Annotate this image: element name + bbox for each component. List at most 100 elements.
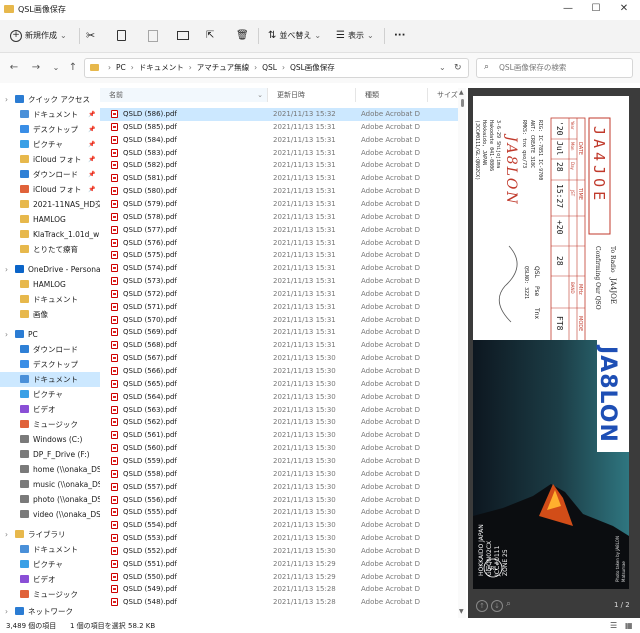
sidebar-item[interactable]: HAMLOG <box>0 212 100 227</box>
copy-icon[interactable] <box>117 26 126 46</box>
file-row[interactable]: QSLD (577).pdf 2021/11/13 15:31 Adobe Acro… <box>100 224 458 237</box>
file-row[interactable]: QSLD (582).pdf 2021/11/13 15:31 Adobe Acro… <box>100 159 458 172</box>
file-row[interactable]: QSLD (558).pdf 2021/11/13 15:30 Adobe Acro… <box>100 468 458 481</box>
file-row[interactable]: QSLD (576).pdf 2021/11/13 15:31 Adobe Acro… <box>100 237 458 250</box>
breadcrumb-separator[interactable]: › <box>282 63 285 72</box>
sidebar-item[interactable]: home (\\onaka_DS <box>0 462 100 477</box>
preview-zoom-icon[interactable]: ⌕ <box>506 599 511 609</box>
sidebar-item[interactable]: ドキュメント <box>0 292 100 307</box>
more-options-button[interactable]: ··· <box>394 26 405 46</box>
sidebar-item[interactable]: KlaTrack_1.01d_win <box>0 227 100 242</box>
qsl-card-preview[interactable]: JA4JOE To Radio JA4JOE Confirming Our QS… <box>467 96 629 589</box>
column-header-name[interactable]: 名前 ⌄ <box>100 88 268 102</box>
sidebar-item[interactable]: › ネットワーク <box>0 604 100 618</box>
pin-icon[interactable]: 📌 <box>88 122 95 137</box>
sidebar-item[interactable]: › ライブラリ <box>0 527 100 542</box>
file-row[interactable]: QSLD (554).pdf 2021/11/13 15:30 Adobe Acro… <box>100 519 458 532</box>
scroll-down-icon[interactable]: ▼ <box>459 608 464 615</box>
file-row[interactable]: QSLD (552).pdf 2021/11/13 15:30 Adobe Acro… <box>100 545 458 558</box>
breadcrumb-item[interactable]: PC <box>116 63 126 72</box>
sidebar-item[interactable]: iCloud フォト 📌 <box>0 182 100 197</box>
file-row[interactable]: QSLD (580).pdf 2021/11/13 15:31 Adobe Acro… <box>100 185 458 198</box>
minimize-button[interactable]: — <box>556 2 580 16</box>
address-dropdown-chevron-icon[interactable]: ⌄ <box>439 59 446 77</box>
sidebar-item[interactable]: video (\\onaka_DS <box>0 507 100 522</box>
view-button[interactable]: ☰ 表示 ⌄ <box>336 26 374 46</box>
pin-icon[interactable]: 📌 <box>88 182 95 197</box>
file-row[interactable]: QSLD (553).pdf 2021/11/13 15:30 Adobe Acro… <box>100 532 458 545</box>
expand-chevron-icon[interactable]: › <box>5 262 8 277</box>
file-row[interactable]: QSLD (567).pdf 2021/11/13 15:30 Adobe Acro… <box>100 352 458 365</box>
file-row[interactable]: QSLD (564).pdf 2021/11/13 15:30 Adobe Acro… <box>100 391 458 404</box>
file-row[interactable]: QSLD (579).pdf 2021/11/13 15:31 Adobe Acro… <box>100 198 458 211</box>
cut-icon[interactable]: ✂ <box>86 26 95 46</box>
sidebar-item[interactable]: photo (\\onaka_DS <box>0 492 100 507</box>
sidebar-item[interactable]: › OneDrive - Personal <box>0 262 100 277</box>
file-row[interactable]: QSLD (571).pdf 2021/11/13 15:31 Adobe Acro… <box>100 301 458 314</box>
sidebar-item[interactable]: ビデオ <box>0 402 100 417</box>
column-header-size[interactable]: サイズ <box>428 88 458 102</box>
breadcrumb-separator[interactable]: › <box>254 63 257 72</box>
sidebar-item[interactable]: music (\\onaka_DS <box>0 477 100 492</box>
file-row[interactable]: QSLD (572).pdf 2021/11/13 15:31 Adobe Acro… <box>100 288 458 301</box>
file-row[interactable]: QSLD (557).pdf 2021/11/13 15:30 Adobe Acro… <box>100 481 458 494</box>
sidebar-item[interactable]: DP_F_Drive (F:) <box>0 447 100 462</box>
expand-chevron-icon[interactable]: › <box>5 604 8 618</box>
sidebar-item[interactable]: 画像 <box>0 307 100 322</box>
sidebar-item[interactable]: ミュージック <box>0 587 100 602</box>
maximize-button[interactable]: ☐ <box>584 2 608 16</box>
file-row[interactable]: QSLD (578).pdf 2021/11/13 15:31 Adobe Acro… <box>100 211 458 224</box>
sidebar-item[interactable]: ドキュメント <box>0 542 100 557</box>
search-placeholder[interactable]: QSL画像保存の検索 <box>499 59 566 77</box>
sidebar-item[interactable]: ピクチャ <box>0 557 100 572</box>
file-row[interactable]: QSLD (562).pdf 2021/11/13 15:30 Adobe Acro… <box>100 416 458 429</box>
sidebar-item[interactable]: Windows (C:) <box>0 432 100 447</box>
breadcrumb-item[interactable]: QSL画像保存 <box>290 63 335 72</box>
sidebar-item[interactable]: ダウンロード <box>0 342 100 357</box>
file-row[interactable]: QSLD (581).pdf 2021/11/13 15:31 Adobe Acro… <box>100 172 458 185</box>
file-row[interactable]: QSLD (563).pdf 2021/11/13 15:30 Adobe Acro… <box>100 404 458 417</box>
breadcrumb-item[interactable]: ドキュメント <box>139 63 184 72</box>
column-header-date[interactable]: 更新日時 <box>268 88 356 102</box>
expand-chevron-icon[interactable]: › <box>5 92 8 107</box>
file-row[interactable]: QSLD (565).pdf 2021/11/13 15:30 Adobe Acro… <box>100 378 458 391</box>
preview-next-page-icon[interactable]: ↓ <box>491 600 503 612</box>
sidebar-item[interactable]: HAMLOG <box>0 277 100 292</box>
pin-icon[interactable]: 📌 <box>88 107 95 122</box>
recent-locations-chevron-icon[interactable]: ⌄ <box>49 61 63 75</box>
search-box[interactable]: ⌕ QSL画像保存の検索 <box>476 58 633 78</box>
sidebar-item[interactable]: ドキュメント <box>0 372 100 387</box>
file-row[interactable]: QSLD (561).pdf 2021/11/13 15:30 Adobe Acro… <box>100 429 458 442</box>
sidebar-item[interactable]: デスクトップ <box>0 357 100 372</box>
breadcrumb-item[interactable]: アマチュア無線 <box>197 63 249 72</box>
sidebar-item[interactable]: ドキュメント 📌 <box>0 107 100 122</box>
share-icon[interactable]: ⇱ <box>206 26 214 46</box>
address-bar[interactable]: › PC › ドキュメント › アマチュア無線 › QSL › QSL画像保存 ⌄ ↻ <box>84 58 469 78</box>
file-row[interactable]: QSLD (585).pdf 2021/11/13 15:31 Adobe Acro… <box>100 121 458 134</box>
refresh-icon[interactable]: ↻ <box>454 59 462 77</box>
sidebar-item[interactable]: ビデオ <box>0 572 100 587</box>
sidebar-item[interactable]: デスクトップ 📌 <box>0 122 100 137</box>
sort-button[interactable]: ⇅ 並べ替え ⌄ <box>268 26 321 46</box>
sidebar-item[interactable]: ミュージック <box>0 417 100 432</box>
back-arrow-icon[interactable]: ← <box>7 61 21 75</box>
file-row[interactable]: QSLD (548).pdf 2021/11/13 15:28 Adobe Acro… <box>100 596 458 609</box>
breadcrumb-separator[interactable]: › <box>108 63 111 72</box>
up-arrow-icon[interactable]: ↑ <box>66 61 80 75</box>
file-row[interactable]: QSLD (568).pdf 2021/11/13 15:31 Adobe Acro… <box>100 339 458 352</box>
file-row[interactable]: QSLD (559).pdf 2021/11/13 15:30 Adobe Acro… <box>100 455 458 468</box>
breadcrumb-separator[interactable]: › <box>189 63 192 72</box>
pin-icon[interactable]: 📌 <box>88 152 95 167</box>
details-view-icon[interactable]: ☰ <box>610 619 617 633</box>
file-row[interactable]: QSLD (556).pdf 2021/11/13 15:30 Adobe Acro… <box>100 494 458 507</box>
sidebar-item[interactable]: ピクチャ <box>0 387 100 402</box>
sidebar-item[interactable]: ピクチャ 📌 <box>0 137 100 152</box>
rename-icon[interactable] <box>177 26 189 46</box>
expand-chevron-icon[interactable]: › <box>5 327 8 342</box>
preview-prev-page-icon[interactable]: ↑ <box>476 600 488 612</box>
scroll-up-icon[interactable]: ▲ <box>459 89 464 96</box>
file-row[interactable]: QSLD (549).pdf 2021/11/13 15:28 Adobe Acro… <box>100 583 458 596</box>
new-button[interactable]: + 新規作成 ⌄ <box>10 26 67 46</box>
sidebar-item[interactable]: › PC <box>0 327 100 342</box>
file-row[interactable]: QSLD (550).pdf 2021/11/13 15:29 Adobe Acro… <box>100 571 458 584</box>
